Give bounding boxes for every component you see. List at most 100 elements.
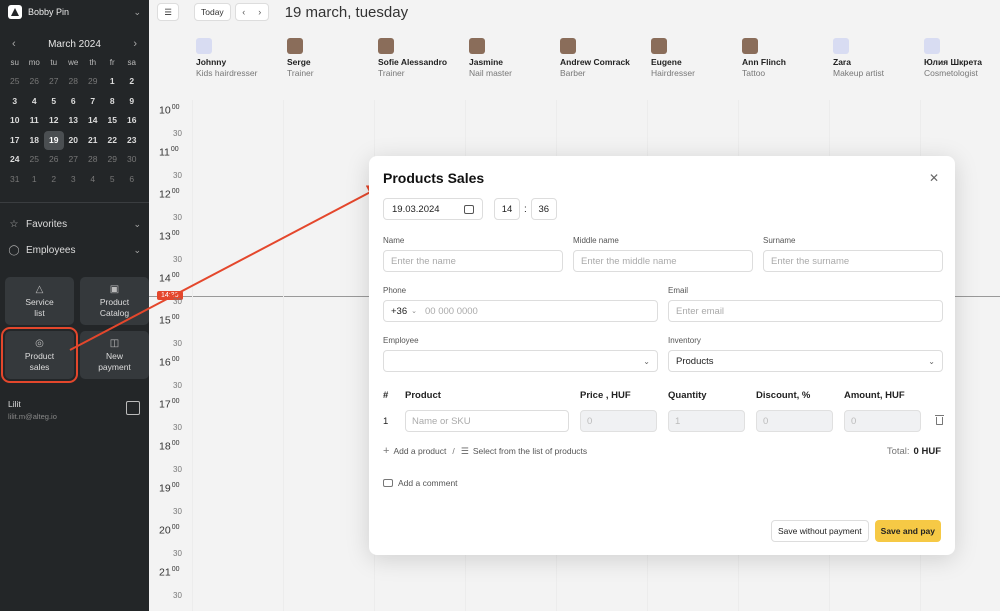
calendar-day[interactable]: 27 (44, 72, 64, 92)
sidebar-item-employees[interactable]: ◯ Employees ⌄ (0, 237, 149, 263)
hour-input[interactable]: 14 (494, 198, 520, 220)
price-input[interactable]: 0 (580, 410, 657, 432)
staff-column-header[interactable]: Andrew Comrack Barber (560, 38, 651, 79)
staff-column-header[interactable]: Serge Trainer (287, 38, 378, 79)
calendar-day[interactable]: 25 (25, 150, 45, 170)
calendar-day[interactable]: 15 (103, 111, 123, 131)
today-button[interactable]: Today (194, 3, 231, 21)
calendar-day[interactable]: 24 (5, 150, 25, 170)
calendar-day[interactable]: 13 (64, 111, 84, 131)
chevron-down-icon: ⌄ (643, 356, 650, 366)
tile-service-list[interactable]: △ Service list (5, 277, 74, 325)
calendar-day[interactable]: 5 (44, 92, 64, 112)
calendar-day[interactable]: 3 (5, 92, 25, 112)
staff-name: Юлия Шкрета (924, 57, 982, 67)
staff-column-header[interactable]: Jasmine Nail master (469, 38, 560, 79)
staff-column-header[interactable]: Sofie Alessandro Trainer (378, 38, 469, 79)
calendar-day-selected[interactable]: 19 (44, 130, 64, 150)
calendar-day[interactable]: 14 (83, 111, 103, 131)
calendar-day[interactable]: 7 (83, 92, 103, 112)
calendar-day[interactable]: 8 (103, 92, 123, 112)
add-comment-link[interactable]: Add a comment (383, 478, 941, 488)
tile-product-catalog[interactable]: ▣ Product Catalog (80, 277, 149, 325)
calendar-day[interactable]: 29 (83, 72, 103, 92)
divider (0, 202, 149, 203)
save-without-payment-button[interactable]: Save without payment (771, 520, 869, 542)
hour-value: 16 (159, 356, 171, 369)
staff-role: Hairdresser (651, 68, 695, 78)
email-input[interactable]: Enter email (668, 300, 943, 322)
calendar-day[interactable]: 16 (122, 111, 142, 131)
calendar-day[interactable]: 10 (5, 111, 25, 131)
total-value: 0 HUF (913, 445, 941, 457)
sidebar-item-favorites[interactable]: ☆ Favorites ⌄ (0, 211, 149, 237)
prev-month-icon[interactable]: ‹ (12, 38, 16, 50)
calendar-day[interactable]: 12 (44, 111, 64, 131)
product-input[interactable]: Name or SKU (405, 410, 569, 432)
surname-input[interactable]: Enter the surname (763, 250, 943, 272)
calendar-day[interactable]: 22 (103, 131, 123, 151)
tile-new-payment[interactable]: ◫ New payment (80, 331, 149, 379)
company-switcher[interactable]: Bobby Pin ⌄ (0, 0, 149, 24)
discount-input[interactable]: 0 (756, 410, 833, 432)
calendar-day[interactable]: 1 (25, 170, 45, 190)
calendar-day[interactable]: 21 (83, 131, 103, 151)
half-hour-label: 30 (173, 171, 182, 180)
calendar-day[interactable]: 23 (122, 131, 142, 151)
middle-name-input[interactable]: Enter the middle name (573, 250, 753, 272)
name-input[interactable]: Enter the name (383, 250, 563, 272)
inventory-select[interactable]: Products ⌄ (668, 350, 943, 372)
col-product: Product (405, 390, 441, 401)
calendar-day[interactable]: 28 (83, 150, 103, 170)
calendar-day[interactable]: 4 (25, 92, 45, 112)
quantity-input[interactable]: 1 (668, 410, 745, 432)
staff-column-header[interactable]: Zara Makeup artist (833, 38, 924, 79)
calendar-day[interactable]: 17 (5, 131, 25, 151)
calendar-day[interactable]: 20 (64, 131, 84, 151)
calendar-day[interactable]: 30 (122, 150, 142, 170)
close-icon[interactable]: ✕ (929, 171, 939, 185)
calendar-day[interactable]: 6 (122, 170, 142, 190)
calendar-day[interactable]: 29 (103, 150, 123, 170)
employee-select[interactable]: ⌄ (383, 350, 658, 372)
minute-input[interactable]: 36 (530, 198, 557, 220)
trash-icon[interactable] (935, 415, 944, 425)
add-product-link[interactable]: Add a product (393, 446, 446, 456)
calendar-day[interactable]: 2 (44, 170, 64, 190)
tile-product-sales[interactable]: ◎ Product sales (1, 327, 78, 383)
calendar-day[interactable]: 2 (122, 72, 142, 92)
calendar-day[interactable]: 31 (5, 170, 25, 190)
staff-column-header[interactable]: Eugene Hairdresser (651, 38, 742, 79)
calendar-day[interactable]: 26 (25, 72, 45, 92)
date-picker[interactable]: 19.03.2024 (383, 198, 483, 220)
calendar-day[interactable]: 26 (44, 150, 64, 170)
save-and-pay-button[interactable]: Save and pay (874, 520, 941, 542)
select-from-list-link[interactable]: Select from the list of products (473, 446, 587, 456)
calendar-day[interactable]: 18 (25, 131, 45, 151)
calendar-day[interactable]: 4 (83, 170, 103, 190)
calendar-day[interactable]: 27 (64, 150, 84, 170)
next-day-icon[interactable]: › (252, 4, 268, 20)
staff-column-header[interactable]: Ann Flinch Tattoo (742, 38, 833, 79)
calendar-day[interactable]: 25 (5, 72, 25, 92)
calendar-day[interactable]: 9 (122, 92, 142, 112)
prev-day-icon[interactable]: ‹ (236, 4, 252, 20)
amount-input[interactable]: 0 (844, 410, 921, 432)
menu-button[interactable]: ☰ (157, 3, 179, 21)
half-hour-label: 30 (173, 213, 182, 222)
country-code[interactable]: +36 (391, 306, 407, 317)
calendar-day[interactable]: 1 (103, 72, 123, 92)
calendar-day[interactable]: 5 (103, 170, 123, 190)
calendar-day[interactable]: 3 (64, 170, 84, 190)
phone-input[interactable]: +36 ⌄ 00 000 0000 (383, 300, 658, 322)
chevron-down-icon: ⌄ (133, 218, 141, 229)
hour-label: 1600 (159, 356, 179, 369)
calendar-day[interactable]: 28 (64, 72, 84, 92)
logout-icon[interactable] (126, 401, 140, 415)
staff-column-header[interactable]: Johnny Kids hairdresser (196, 38, 287, 79)
calendar-day[interactable]: 11 (25, 111, 45, 131)
hour-minutes: 00 (171, 230, 180, 237)
next-month-icon[interactable]: › (133, 38, 137, 50)
staff-column-header[interactable]: Юлия Шкрета Cosmetologist (924, 38, 1000, 79)
calendar-day[interactable]: 6 (64, 92, 84, 112)
